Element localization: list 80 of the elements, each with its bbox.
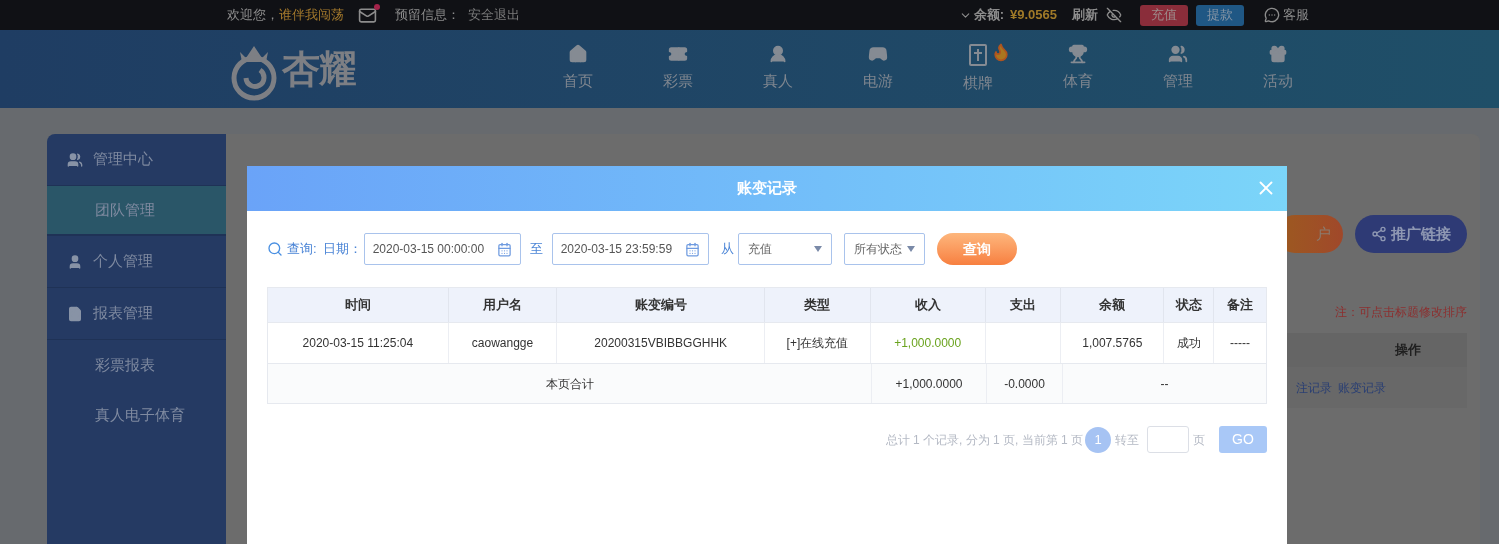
nav-item[interactable]: 真人 — [728, 43, 828, 95]
nav-item[interactable]: 电游 — [828, 43, 928, 95]
column-header: 操作 — [1395, 341, 1421, 360]
mail-icon[interactable] — [358, 5, 377, 25]
gift-icon — [1268, 43, 1288, 64]
total-label: 本页合计 — [545, 375, 594, 393]
logo-text: 杏耀 — [282, 50, 356, 88]
page-button[interactable]: 1 — [1085, 426, 1111, 453]
table-cell-text: -- — [1160, 375, 1169, 393]
deposit-button[interactable]: 充值 — [1140, 4, 1188, 26]
table-cell-text: -0.0000 — [1004, 375, 1045, 393]
reserved-info-label: 预留信息： — [395, 6, 460, 25]
column-header: 状态 — [1164, 288, 1215, 322]
nav-item[interactable]: 管理 — [1128, 43, 1228, 95]
balance-label: 余额: — [973, 6, 1004, 25]
nav-item[interactable]: 彩票 — [628, 43, 728, 95]
table-cell-text: 1,007.5765 — [1082, 335, 1143, 352]
table-cell-text: +1,000.0000 — [894, 335, 962, 352]
modal-title: 账变记录 — [737, 178, 797, 199]
nav-item[interactable]: 棋牌 — [928, 43, 1028, 95]
start-date-field[interactable]: 2020-03-15 00:00:00 — [363, 233, 521, 265]
document-icon — [67, 305, 83, 322]
record-link[interactable]: 账变记录 — [1338, 378, 1386, 397]
table-cell-text: ----- — [1230, 335, 1251, 352]
home-icon — [568, 43, 588, 64]
username-link[interactable]: 谁伴我闯荡 — [279, 5, 344, 25]
nav-item[interactable]: 活动 — [1228, 43, 1328, 95]
calendar-icon — [684, 241, 700, 257]
logout-link[interactable]: 安全退出 — [468, 5, 520, 25]
trophy-icon — [1068, 43, 1088, 64]
users-icon — [1168, 43, 1188, 64]
search-icon — [267, 241, 283, 257]
column-header: 备注 — [1226, 296, 1255, 315]
goto-label: 转至 — [1115, 431, 1139, 449]
table-cell-text: 成功 — [1176, 335, 1201, 352]
person-icon — [768, 43, 788, 64]
column-header: 余额 — [1061, 288, 1165, 322]
chat-icon[interactable] — [1264, 7, 1280, 23]
type-select[interactable]: 充值 — [737, 233, 832, 265]
balance-value: ¥9.0565 — [1010, 6, 1057, 25]
from-label: 从 — [720, 240, 734, 259]
withdraw-button[interactable]: 提款 — [1196, 4, 1244, 26]
column-header: 时间 — [268, 288, 449, 322]
go-button[interactable]: GO — [1219, 426, 1267, 453]
nav-item[interactable]: 首页 — [528, 43, 628, 95]
end-date-field[interactable]: 2020-03-15 23:59:59 — [551, 233, 709, 265]
customer-service-link[interactable]: 客服 — [1283, 5, 1309, 25]
caret-icon — [813, 246, 822, 252]
table-cell-text: caowangge — [471, 335, 534, 352]
column-header: 支出 — [985, 288, 1062, 322]
eye-off-icon[interactable] — [1106, 7, 1122, 23]
column-header: 用户名 — [448, 288, 558, 322]
users-icon — [67, 151, 83, 168]
refresh-link[interactable]: 刷新 — [1072, 5, 1098, 25]
promo-link-button[interactable]: 推广链接 — [1355, 215, 1467, 253]
record-link[interactable]: 注记录 — [1296, 378, 1332, 397]
date-label: 日期： — [322, 240, 362, 259]
nav-item[interactable]: 体育 — [1028, 43, 1128, 95]
table-cell-text: 20200315VBIBBGGHHK — [594, 335, 728, 352]
share-icon — [1371, 226, 1387, 242]
sidebar-subitem[interactable]: 真人电子体育 — [47, 390, 226, 440]
person-icon — [67, 253, 83, 270]
pagination-summary: 总计 1 个记录, 分为 1 页, 当前第 1 页 — [885, 431, 1083, 449]
page-unit: 页 — [1193, 431, 1205, 449]
welcome-text: 欢迎您， — [227, 6, 279, 25]
query-label: 查询: — [287, 240, 317, 259]
table-cell-text: 2020-03-15 11:25:04 — [302, 335, 414, 352]
query-button[interactable]: 查询 — [936, 233, 1017, 265]
calendar-icon — [496, 241, 512, 257]
table-cell-text: +1,000.0000 — [895, 375, 963, 393]
sidebar-subitem[interactable]: 团队管理 — [47, 186, 226, 236]
column-header: 账变编号 — [557, 288, 765, 322]
column-header: 类型 — [765, 288, 871, 322]
sidebar-subitem[interactable]: 彩票报表 — [47, 340, 226, 390]
caret-icon — [906, 246, 915, 252]
page-input[interactable] — [1147, 426, 1189, 453]
column-header: 收入 — [870, 288, 986, 322]
table-cell-text: [+]在线充值 — [786, 335, 849, 352]
status-select[interactable]: 所有状态 — [843, 233, 925, 265]
to-label: 至 — [529, 240, 543, 259]
